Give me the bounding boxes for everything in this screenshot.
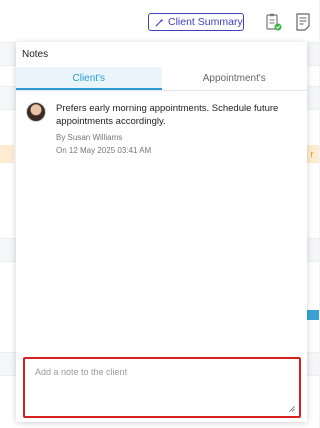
resize-handle-icon[interactable] <box>289 406 295 412</box>
notes-icon[interactable] <box>296 13 310 31</box>
note-input-container <box>23 357 301 418</box>
panel-title: Notes <box>22 49 49 60</box>
note-date: On 12 May 2025 03:41 AM <box>56 146 152 155</box>
note-input[interactable] <box>25 359 299 416</box>
tab-clients[interactable]: Client's <box>16 67 162 90</box>
avatar <box>26 102 46 122</box>
tab-appointments[interactable]: Appointment's <box>162 67 308 90</box>
background-tag <box>307 310 319 320</box>
top-bar: Client Summary <box>0 0 319 42</box>
clipboard-check-icon[interactable] <box>266 13 282 31</box>
background-badge: r <box>305 145 319 163</box>
notes-panel: Notes Client's Appointment's Prefers ear… <box>16 42 307 422</box>
background-badge <box>0 145 14 163</box>
magic-wand-icon <box>155 17 164 26</box>
client-summary-button[interactable]: Client Summary <box>148 13 244 31</box>
notes-tabs: Client's Appointment's <box>16 67 307 91</box>
note-text: Prefers early morning appointments. Sche… <box>56 103 279 127</box>
client-summary-label: Client Summary <box>168 16 243 28</box>
note-author: By Susan Williams <box>56 133 123 142</box>
